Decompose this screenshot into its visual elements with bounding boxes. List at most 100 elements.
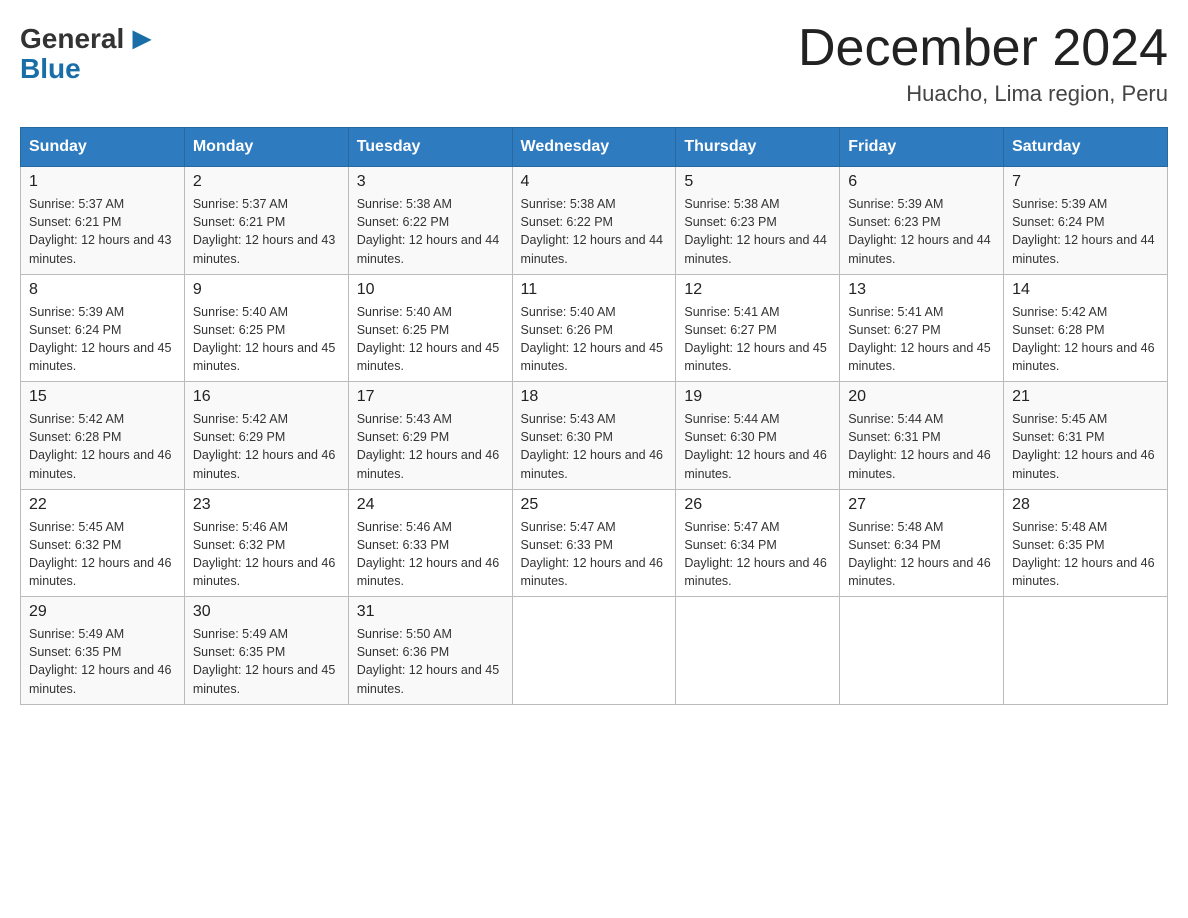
calendar-cell: 19 Sunrise: 5:44 AMSunset: 6:30 PMDayligh… <box>676 382 840 490</box>
day-number: 25 <box>521 496 668 514</box>
day-info: Sunrise: 5:40 AMSunset: 6:25 PMDaylight:… <box>193 303 340 376</box>
day-number: 23 <box>193 496 340 514</box>
day-number: 11 <box>521 281 668 299</box>
calendar-cell: 20 Sunrise: 5:44 AMSunset: 6:31 PMDayligh… <box>840 382 1004 490</box>
calendar-cell: 4 Sunrise: 5:38 AMSunset: 6:22 PMDaylight… <box>512 167 676 275</box>
calendar-cell: 25 Sunrise: 5:47 AMSunset: 6:33 PMDayligh… <box>512 489 676 597</box>
day-info: Sunrise: 5:41 AMSunset: 6:27 PMDaylight:… <box>684 303 831 376</box>
day-number: 19 <box>684 388 831 406</box>
day-number: 6 <box>848 173 995 191</box>
day-info: Sunrise: 5:41 AMSunset: 6:27 PMDaylight:… <box>848 303 995 376</box>
day-info: Sunrise: 5:38 AMSunset: 6:22 PMDaylight:… <box>521 195 668 268</box>
day-number: 16 <box>193 388 340 406</box>
calendar-cell: 27 Sunrise: 5:48 AMSunset: 6:34 PMDayligh… <box>840 489 1004 597</box>
day-number: 27 <box>848 496 995 514</box>
day-number: 2 <box>193 173 340 191</box>
day-number: 5 <box>684 173 831 191</box>
day-info: Sunrise: 5:47 AMSunset: 6:34 PMDaylight:… <box>684 518 831 591</box>
day-info: Sunrise: 5:49 AMSunset: 6:35 PMDaylight:… <box>193 625 340 698</box>
day-info: Sunrise: 5:43 AMSunset: 6:30 PMDaylight:… <box>521 410 668 483</box>
day-info: Sunrise: 5:45 AMSunset: 6:32 PMDaylight:… <box>29 518 176 591</box>
calendar-week-row: 8 Sunrise: 5:39 AMSunset: 6:24 PMDaylight… <box>21 274 1168 382</box>
day-info: Sunrise: 5:47 AMSunset: 6:33 PMDaylight:… <box>521 518 668 591</box>
day-number: 22 <box>29 496 176 514</box>
day-number: 4 <box>521 173 668 191</box>
calendar-cell <box>1004 597 1168 705</box>
col-header-wednesday: Wednesday <box>512 128 676 167</box>
calendar-cell: 10Sunrise: 5:40 AMSunset: 6:25 PMDayligh… <box>348 274 512 382</box>
col-header-thursday: Thursday <box>676 128 840 167</box>
main-title: December 2024 <box>798 20 1168 77</box>
day-number: 17 <box>357 388 504 406</box>
calendar-cell: 12 Sunrise: 5:41 AMSunset: 6:27 PMDayligh… <box>676 274 840 382</box>
calendar-cell <box>512 597 676 705</box>
calendar-week-row: 29 Sunrise: 5:49 AMSunset: 6:35 PMDayligh… <box>21 597 1168 705</box>
calendar-cell: 6 Sunrise: 5:39 AMSunset: 6:23 PMDaylight… <box>840 167 1004 275</box>
header: General ► Blue December 2024 Huacho, Lim… <box>20 20 1168 107</box>
calendar-cell: 3Sunrise: 5:38 AMSunset: 6:22 PMDaylight… <box>348 167 512 275</box>
day-number: 8 <box>29 281 176 299</box>
calendar: SundayMondayTuesdayWednesdayThursdayFrid… <box>20 127 1168 705</box>
day-number: 15 <box>29 388 176 406</box>
day-info: Sunrise: 5:39 AMSunset: 6:24 PMDaylight:… <box>29 303 176 376</box>
calendar-cell: 29Sunrise: 5:49 AMSunset: 6:35 PMDayligh… <box>21 597 185 705</box>
day-number: 26 <box>684 496 831 514</box>
day-number: 12 <box>684 281 831 299</box>
col-header-saturday: Saturday <box>1004 128 1168 167</box>
logo-arrow-icon: ► <box>126 20 158 57</box>
day-info: Sunrise: 5:39 AMSunset: 6:23 PMDaylight:… <box>848 195 995 268</box>
day-info: Sunrise: 5:38 AMSunset: 6:23 PMDaylight:… <box>684 195 831 268</box>
day-number: 31 <box>357 603 504 621</box>
col-header-tuesday: Tuesday <box>348 128 512 167</box>
col-header-sunday: Sunday <box>21 128 185 167</box>
calendar-cell: 14 Sunrise: 5:42 AMSunset: 6:28 PMDayligh… <box>1004 274 1168 382</box>
day-number: 30 <box>193 603 340 621</box>
day-number: 20 <box>848 388 995 406</box>
calendar-cell: 26 Sunrise: 5:47 AMSunset: 6:34 PMDayligh… <box>676 489 840 597</box>
day-number: 18 <box>521 388 668 406</box>
day-number: 14 <box>1012 281 1159 299</box>
day-number: 1 <box>29 173 176 191</box>
day-info: Sunrise: 5:48 AMSunset: 6:35 PMDaylight:… <box>1012 518 1159 591</box>
day-info: Sunrise: 5:44 AMSunset: 6:31 PMDaylight:… <box>848 410 995 483</box>
calendar-cell: 13 Sunrise: 5:41 AMSunset: 6:27 PMDayligh… <box>840 274 1004 382</box>
day-number: 13 <box>848 281 995 299</box>
calendar-cell: 21Sunrise: 5:45 AMSunset: 6:31 PMDayligh… <box>1004 382 1168 490</box>
logo-general: General <box>20 23 124 55</box>
day-info: Sunrise: 5:42 AMSunset: 6:29 PMDaylight:… <box>193 410 340 483</box>
col-header-monday: Monday <box>184 128 348 167</box>
calendar-cell: 7 Sunrise: 5:39 AMSunset: 6:24 PMDaylight… <box>1004 167 1168 275</box>
day-info: Sunrise: 5:40 AMSunset: 6:25 PMDaylight:… <box>357 303 504 376</box>
calendar-cell <box>840 597 1004 705</box>
day-info: Sunrise: 5:39 AMSunset: 6:24 PMDaylight:… <box>1012 195 1159 268</box>
logo-blue: Blue <box>20 53 81 85</box>
calendar-cell: 17 Sunrise: 5:43 AMSunset: 6:29 PMDayligh… <box>348 382 512 490</box>
day-info: Sunrise: 5:44 AMSunset: 6:30 PMDaylight:… <box>684 410 831 483</box>
calendar-cell: 30 Sunrise: 5:49 AMSunset: 6:35 PMDayligh… <box>184 597 348 705</box>
day-info: Sunrise: 5:42 AMSunset: 6:28 PMDaylight:… <box>1012 303 1159 376</box>
day-number: 3 <box>357 173 504 191</box>
day-info: Sunrise: 5:45 AMSunset: 6:31 PMDaylight:… <box>1012 410 1159 483</box>
day-number: 24 <box>357 496 504 514</box>
day-number: 29 <box>29 603 176 621</box>
day-number: 9 <box>193 281 340 299</box>
logo: General ► Blue <box>20 20 160 85</box>
calendar-cell: 28Sunrise: 5:48 AMSunset: 6:35 PMDayligh… <box>1004 489 1168 597</box>
calendar-cell: 5 Sunrise: 5:38 AMSunset: 6:23 PMDaylight… <box>676 167 840 275</box>
calendar-cell: 11Sunrise: 5:40 AMSunset: 6:26 PMDayligh… <box>512 274 676 382</box>
col-header-friday: Friday <box>840 128 1004 167</box>
calendar-cell: 16 Sunrise: 5:42 AMSunset: 6:29 PMDayligh… <box>184 382 348 490</box>
calendar-cell: 9 Sunrise: 5:40 AMSunset: 6:25 PMDaylight… <box>184 274 348 382</box>
day-info: Sunrise: 5:48 AMSunset: 6:34 PMDaylight:… <box>848 518 995 591</box>
day-info: Sunrise: 5:43 AMSunset: 6:29 PMDaylight:… <box>357 410 504 483</box>
day-info: Sunrise: 5:37 AMSunset: 6:21 PMDaylight:… <box>29 195 176 268</box>
calendar-cell: 22 Sunrise: 5:45 AMSunset: 6:32 PMDayligh… <box>21 489 185 597</box>
day-info: Sunrise: 5:46 AMSunset: 6:33 PMDaylight:… <box>357 518 504 591</box>
title-area: December 2024 Huacho, Lima region, Peru <box>798 20 1168 107</box>
subtitle: Huacho, Lima region, Peru <box>798 81 1168 107</box>
calendar-week-row: 15Sunrise: 5:42 AMSunset: 6:28 PMDayligh… <box>21 382 1168 490</box>
calendar-week-row: 1 Sunrise: 5:37 AMSunset: 6:21 PMDaylight… <box>21 167 1168 275</box>
calendar-cell: 23Sunrise: 5:46 AMSunset: 6:32 PMDayligh… <box>184 489 348 597</box>
day-number: 7 <box>1012 173 1159 191</box>
calendar-cell: 31Sunrise: 5:50 AMSunset: 6:36 PMDayligh… <box>348 597 512 705</box>
